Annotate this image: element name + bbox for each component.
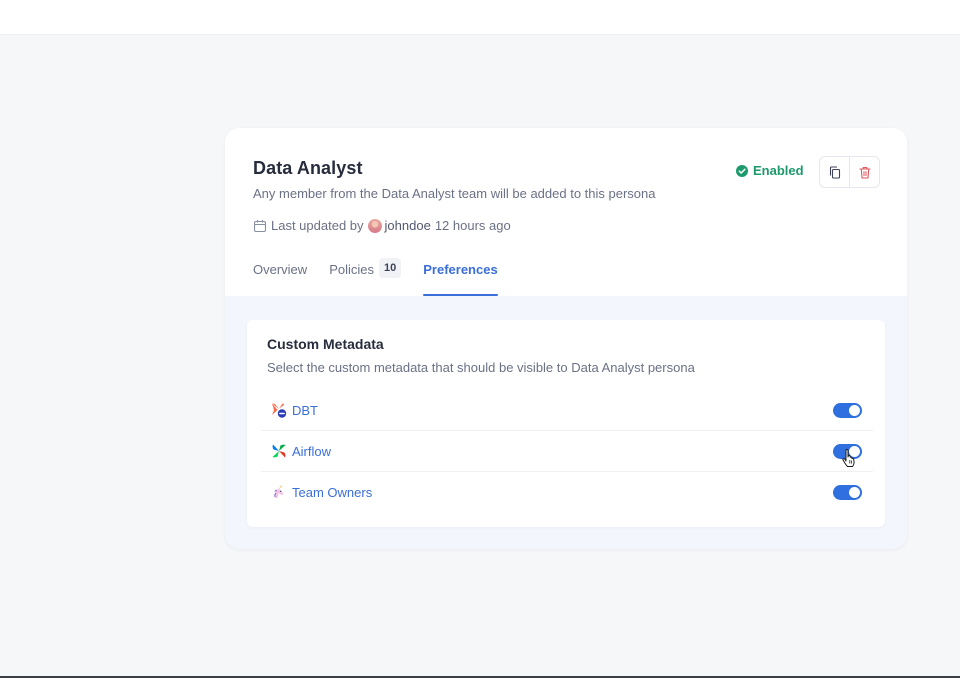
metadata-row-airflow: Airflow: [261, 431, 873, 472]
custom-metadata-panel: Custom Metadata Select the custom metada…: [247, 320, 885, 527]
check-circle-icon: [736, 164, 748, 177]
copy-button[interactable]: [820, 157, 849, 187]
status-badge: Enabled: [736, 163, 804, 178]
delete-button[interactable]: [849, 157, 879, 187]
team-owners-visibility-toggle[interactable]: [833, 485, 862, 500]
tab-policies-label: Policies: [329, 262, 374, 277]
tab-overview[interactable]: Overview: [253, 256, 307, 296]
unicorn-icon: [271, 484, 287, 500]
tab-overview-label: Overview: [253, 262, 308, 277]
persona-actions: [819, 156, 880, 188]
last-updated-label: Last updated by: [271, 218, 364, 233]
metadata-label-team-owners: Team Owners: [292, 484, 373, 500]
custom-metadata-description: Select the custom metadata that should b…: [267, 360, 695, 375]
custom-metadata-list: DBT Airflow Team Owners: [261, 390, 873, 512]
persona-title: Data Analyst: [253, 158, 363, 178]
tab-policies[interactable]: Policies 10: [329, 256, 402, 296]
status-label: Enabled: [753, 163, 804, 178]
updated-by-user[interactable]: johndoe: [385, 218, 431, 233]
policies-count-badge: 10: [378, 258, 402, 278]
avatar: [367, 218, 382, 233]
metadata-label-dbt: DBT: [292, 402, 318, 418]
metadata-label-airflow: Airflow: [292, 443, 332, 459]
persona-tabs: Overview Policies 10 Preferences: [253, 256, 520, 296]
calendar-icon: [253, 219, 267, 233]
metadata-row-team-owners: Team Owners: [261, 472, 873, 512]
persona-card: Data Analyst Any member from the Data An…: [225, 128, 907, 549]
persona-header: Data Analyst Any member from the Data An…: [225, 128, 907, 296]
dbt-visibility-toggle[interactable]: [833, 403, 862, 418]
hand-pointer-cursor-icon: [842, 449, 855, 467]
dbt-icon: [271, 402, 287, 418]
updated-time: 12 hours ago: [434, 218, 511, 233]
trash-icon: [858, 166, 871, 179]
tab-preferences-label: Preferences: [423, 262, 498, 277]
tab-preferences[interactable]: Preferences: [423, 256, 499, 296]
custom-metadata-title: Custom Metadata: [267, 336, 384, 352]
copy-icon: [829, 165, 840, 179]
airflow-icon: [271, 443, 287, 459]
last-updated: Last updated by johndoe 12 hours ago: [253, 218, 511, 233]
persona-description: Any member from the Data Analyst team wi…: [253, 186, 656, 201]
metadata-row-dbt: DBT: [261, 390, 873, 431]
